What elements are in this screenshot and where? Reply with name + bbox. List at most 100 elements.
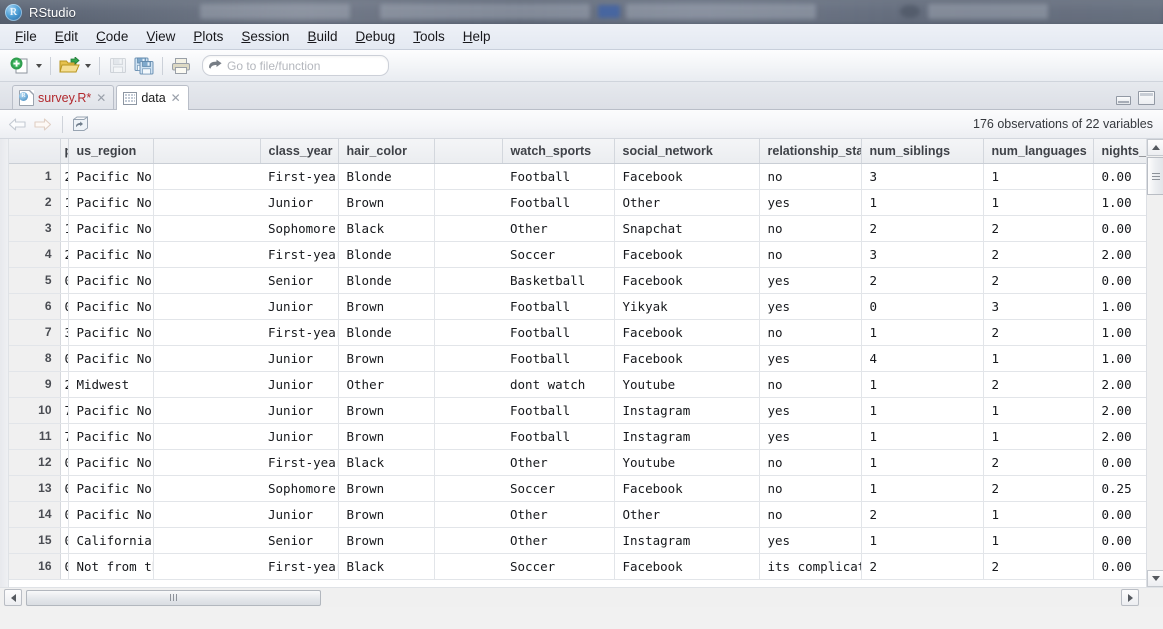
cell-pets[interactable]: 0 — [60, 449, 69, 476]
cell-social-network[interactable]: Other — [614, 501, 760, 528]
cell-class-year[interactable]: Senior — [260, 267, 339, 294]
cell-num-languages[interactable]: 1 — [983, 423, 1094, 450]
cell-hair-color[interactable]: Blonde — [338, 267, 435, 294]
col-header-relationship-status[interactable]: relationship_status — [759, 139, 862, 164]
cell-relationship-status[interactable]: yes — [759, 527, 862, 554]
cell-us-region[interactable]: Pacific Northwest — [68, 475, 154, 502]
col-header-num-languages[interactable]: num_languages — [983, 139, 1094, 164]
menu-item-help[interactable]: Help — [454, 27, 500, 46]
cell-relationship-status[interactable]: no — [759, 241, 862, 268]
cell-us-region[interactable]: California — [68, 527, 154, 554]
cell-social-network[interactable]: Facebook — [614, 163, 760, 190]
menu-item-session[interactable]: Session — [232, 27, 298, 46]
cell-relationship-status[interactable]: no — [759, 371, 862, 398]
cell-hair-color[interactable]: Brown — [338, 501, 435, 528]
goto-file-function-input[interactable]: Go to file/function — [202, 55, 389, 76]
cell-us-region[interactable]: Pacific Northwest — [68, 501, 154, 528]
cell-watch-sports[interactable]: Soccer — [502, 475, 615, 502]
cell-social-network[interactable]: Youtube — [614, 371, 760, 398]
horizontal-scroll-thumb[interactable] — [26, 589, 321, 606]
cell-relationship-status[interactable]: no — [759, 215, 862, 242]
cell-class-year[interactable]: First-year — [260, 319, 339, 346]
cell-class-year[interactable]: Sophomore — [260, 215, 339, 242]
tab-close-icon[interactable]: ✕ — [96, 92, 106, 104]
col-header-watch-sports[interactable]: watch_sports — [502, 139, 615, 164]
print-button[interactable] — [168, 54, 194, 78]
cell-num-siblings[interactable]: 2 — [861, 267, 984, 294]
cell-num-languages[interactable]: 2 — [983, 475, 1094, 502]
cell-us-region[interactable]: Pacific Northwest — [68, 293, 154, 320]
col-header-pets[interactable]: pets — [60, 139, 69, 164]
horizontal-scrollbar[interactable] — [0, 587, 1163, 607]
cell-relationship-status[interactable]: yes — [759, 267, 862, 294]
cell-hair-color[interactable]: Brown — [338, 397, 435, 424]
cell-watch-sports[interactable]: Football — [502, 423, 615, 450]
cell-social-network[interactable]: Other — [614, 189, 760, 216]
cell-class-year[interactable]: First-year — [260, 449, 339, 476]
cell-num-siblings[interactable]: 3 — [861, 241, 984, 268]
cell-us-region[interactable]: Pacific Northwest — [68, 397, 154, 424]
cell-watch-sports[interactable]: Other — [502, 215, 615, 242]
cell-class-year[interactable]: Junior — [260, 345, 339, 372]
cell-us-region[interactable]: Pacific Northwest — [68, 189, 154, 216]
cell-num-languages[interactable]: 2 — [983, 553, 1094, 580]
cell-pets[interactable]: 0 — [60, 501, 69, 528]
cell-hair-color[interactable]: Brown — [338, 189, 435, 216]
cell-pets[interactable]: 7 — [60, 423, 69, 450]
cell-social-network[interactable]: Youtube — [614, 449, 760, 476]
cell-num-siblings[interactable]: 1 — [861, 423, 984, 450]
cell-us-region[interactable]: Pacific Northwest — [68, 345, 154, 372]
cell-num-languages[interactable]: 2 — [983, 371, 1094, 398]
cell-pets[interactable]: 2 — [60, 371, 69, 398]
col-header-social-network[interactable]: social_network — [614, 139, 760, 164]
cell-watch-sports[interactable]: dont watch — [502, 371, 615, 398]
cell-num-languages[interactable]: 2 — [983, 449, 1094, 476]
cell-hair-color[interactable]: Blonde — [338, 163, 435, 190]
cell-num-siblings[interactable]: 1 — [861, 397, 984, 424]
menu-item-view[interactable]: View — [137, 27, 184, 46]
cell-num-siblings[interactable]: 0 — [861, 293, 984, 320]
cell-social-network[interactable]: Facebook — [614, 319, 760, 346]
menu-item-file[interactable]: File — [6, 27, 46, 46]
cell-hair-color[interactable]: Brown — [338, 475, 435, 502]
cell-watch-sports[interactable]: Football — [502, 189, 615, 216]
cell-watch-sports[interactable]: Basketball — [502, 267, 615, 294]
cell-pets[interactable]: 0 — [60, 293, 69, 320]
cell-relationship-status[interactable]: no — [759, 449, 862, 476]
col-header-hair-color[interactable]: hair_color — [338, 139, 435, 164]
cell-relationship-status[interactable]: yes — [759, 345, 862, 372]
menu-item-tools[interactable]: Tools — [404, 27, 454, 46]
cell-num-languages[interactable]: 1 — [983, 397, 1094, 424]
cell-num-languages[interactable]: 2 — [983, 267, 1094, 294]
new-file-dropdown[interactable] — [33, 54, 45, 78]
cell-pets[interactable]: 1 — [60, 215, 69, 242]
cell-class-year[interactable]: Junior — [260, 371, 339, 398]
menu-item-edit[interactable]: Edit — [46, 27, 87, 46]
cell-num-languages[interactable]: 2 — [983, 215, 1094, 242]
menu-item-debug[interactable]: Debug — [346, 27, 404, 46]
cell-relationship-status[interactable]: yes — [759, 293, 862, 320]
cell-social-network[interactable]: Yikyak — [614, 293, 760, 320]
cell-num-siblings[interactable]: 1 — [861, 475, 984, 502]
cell-social-network[interactable]: Facebook — [614, 345, 760, 372]
cell-social-network[interactable]: Facebook — [614, 267, 760, 294]
cell-social-network[interactable]: Instagram — [614, 527, 760, 554]
cell-hair-color[interactable]: Other — [338, 371, 435, 398]
cell-us-region[interactable]: Pacific Northwest — [68, 163, 154, 190]
col-header-class-year[interactable]: class_year — [260, 139, 339, 164]
cell-class-year[interactable]: Sophomore — [260, 475, 339, 502]
cell-us-region[interactable]: Pacific Northwest — [68, 215, 154, 242]
cell-social-network[interactable]: Facebook — [614, 475, 760, 502]
maximize-pane-icon[interactable] — [1138, 91, 1155, 105]
cell-num-siblings[interactable]: 3 — [861, 163, 984, 190]
cell-num-languages[interactable]: 1 — [983, 501, 1094, 528]
scroll-up-button[interactable] — [1147, 139, 1163, 156]
cell-class-year[interactable]: Junior — [260, 189, 339, 216]
menu-item-code[interactable]: Code — [87, 27, 137, 46]
new-file-button[interactable] — [7, 54, 33, 78]
cell-social-network[interactable]: Instagram — [614, 397, 760, 424]
cell-social-network[interactable]: Snapchat — [614, 215, 760, 242]
cell-class-year[interactable]: Junior — [260, 293, 339, 320]
cell-relationship-status[interactable]: no — [759, 319, 862, 346]
cell-pets[interactable]: 0 — [60, 527, 69, 554]
